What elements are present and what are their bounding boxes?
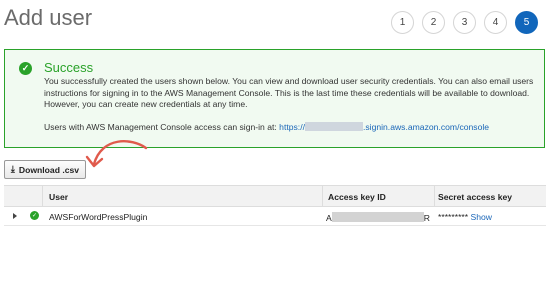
annotation-arrow [85, 140, 148, 168]
signin-url-start: https:// [279, 122, 305, 132]
expand-row-icon[interactable] [13, 213, 17, 219]
step-1[interactable]: 1 [391, 11, 414, 34]
check-circle-icon: ✓ [19, 62, 32, 75]
step-5-active[interactable]: 5 [515, 11, 538, 34]
access-key-suffix: R [423, 213, 430, 223]
signin-info: Users with AWS Management Console access… [44, 122, 489, 132]
user-name-cell: AWSForWordPressPlugin [49, 212, 148, 222]
wizard-steps: 1 2 3 4 5 [391, 11, 538, 34]
alert-message: You successfully created the users shown… [44, 76, 534, 109]
check-circle-icon: ✓ [30, 211, 39, 220]
column-header-access-key-id[interactable]: Access key ID [328, 192, 386, 202]
users-table: User Access key ID Secret access key ✓ A… [4, 185, 546, 226]
redacted-account-id [304, 122, 363, 131]
signin-url-end: .signin.aws.amazon.com/console [362, 122, 490, 132]
table-row: ✓ AWSForWordPressPlugin AR ********* Sho… [4, 207, 546, 226]
download-icon: ⤓ [10, 164, 15, 174]
table-header: User Access key ID Secret access key [4, 185, 546, 207]
column-header-secret-access-key[interactable]: Secret access key [438, 192, 512, 202]
page-title: Add user [4, 5, 93, 30]
show-secret-link[interactable]: Show [471, 212, 493, 222]
alert-title: Success [44, 60, 94, 75]
secret-mask: ********* [438, 212, 469, 222]
step-3[interactable]: 3 [453, 11, 476, 34]
download-csv-button[interactable]: ⤓ Download .csv [4, 160, 86, 179]
column-header-user[interactable]: User [49, 192, 68, 202]
access-key-id-cell: AR [326, 212, 430, 223]
signin-url-link[interactable]: https:// .signin.aws.amazon.com/console [279, 122, 489, 132]
signin-prefix: Users with AWS Management Console access… [44, 122, 277, 132]
success-alert: ✓ Success You successfully created the u… [4, 49, 545, 148]
step-4[interactable]: 4 [484, 11, 507, 34]
redacted-access-key [331, 212, 424, 222]
step-2[interactable]: 2 [422, 11, 445, 34]
download-csv-label: Download .csv [18, 164, 80, 175]
secret-access-key-cell: ********* Show [438, 212, 492, 222]
